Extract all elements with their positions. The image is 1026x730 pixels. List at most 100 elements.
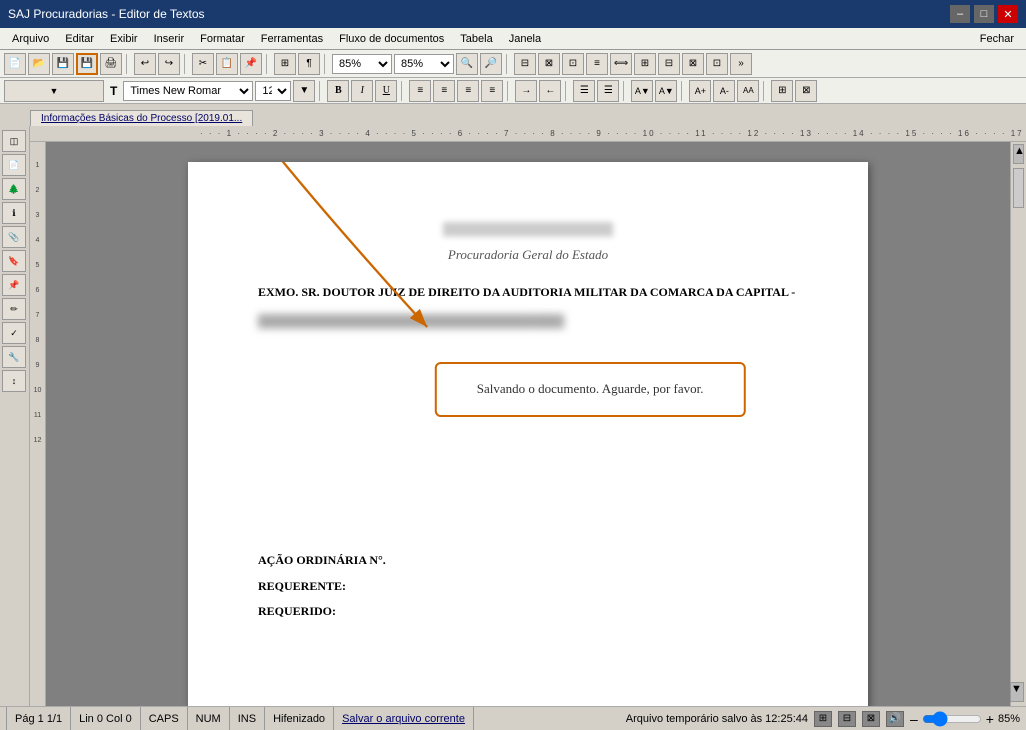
extra-fmt-btn[interactable]: ⊞ xyxy=(771,80,793,102)
menu-arquivo[interactable]: Arquivo xyxy=(4,31,57,47)
align-left-btn[interactable]: ≡ xyxy=(409,80,431,102)
left-panel: ◫ 📄 🌲 ℹ 📎 🔖 📌 ✏ ✓ 🔧 ↕ xyxy=(0,126,30,706)
align-justify-btn[interactable]: ≡ xyxy=(481,80,503,102)
side-ruler-btn[interactable]: ◫ xyxy=(2,130,26,152)
menu-tabela[interactable]: Tabela xyxy=(452,31,500,47)
list-btn[interactable]: ☰ xyxy=(573,80,595,102)
undo-btn[interactable]: ↩ xyxy=(134,53,156,75)
side-info-btn[interactable]: ℹ xyxy=(2,202,26,224)
menu-exibir[interactable]: Exibir xyxy=(102,31,146,47)
doc-section3: REQUERIDO: xyxy=(258,602,798,621)
underline-btn[interactable]: U xyxy=(375,80,397,102)
cut-btn[interactable]: ✂ xyxy=(192,53,214,75)
status-caps: CAPS xyxy=(141,707,188,730)
indent-btn[interactable]: → xyxy=(515,80,537,102)
vertical-ruler: 1 2 3 4 5 6 7 8 9 10 11 12 xyxy=(30,142,46,706)
scroll-thumb[interactable] xyxy=(1013,168,1024,208)
extra-fmt-btn2[interactable]: ⊠ xyxy=(795,80,817,102)
scroll-bar-right[interactable]: ▲ ▼ xyxy=(1010,142,1026,706)
table-btn[interactable]: ⊞ xyxy=(274,53,296,75)
italic-btn[interactable]: I xyxy=(351,80,373,102)
open-btn[interactable]: 📂 xyxy=(28,53,50,75)
doc-body[interactable]: EXMO. SR. DOUTOR JUIZ DE DIREITO DA AUDI… xyxy=(258,283,798,621)
zoom-dropdown-1[interactable]: 85% xyxy=(332,54,392,74)
side-tree-btn[interactable]: 🌲 xyxy=(2,178,26,200)
menu-janela[interactable]: Janela xyxy=(501,31,549,47)
scroll-up-btn[interactable]: ▲ xyxy=(1013,144,1024,164)
side-stamp-btn[interactable]: 🔖 xyxy=(2,250,26,272)
zoom-in-btn[interactable]: + xyxy=(986,711,994,727)
sep-list xyxy=(565,81,569,101)
status-right: Arquivo temporário salvo às 12:25:44 ⊞ ⊟… xyxy=(626,711,1020,727)
print-btn[interactable]: 🖨 xyxy=(100,53,122,75)
sep-para xyxy=(507,81,511,101)
copy-btn[interactable]: 📋 xyxy=(216,53,238,75)
menu-formatar[interactable]: Formatar xyxy=(192,31,253,47)
big-text-btn[interactable]: A+ xyxy=(689,80,711,102)
side-pin-btn[interactable]: 📌 xyxy=(2,274,26,296)
extra-btn-5[interactable]: ⟺ xyxy=(610,53,632,75)
redo-btn[interactable]: ↪ xyxy=(158,53,180,75)
align-right-btn[interactable]: ≡ xyxy=(457,80,479,102)
separator-1 xyxy=(126,54,130,74)
menu-editar[interactable]: Editar xyxy=(57,31,102,47)
highlight-btn[interactable]: A▼ xyxy=(631,80,653,102)
extra-btn-6[interactable]: ⊞ xyxy=(634,53,656,75)
menu-ferramentas[interactable]: Ferramentas xyxy=(253,31,331,47)
fontcolor-btn[interactable]: A▼ xyxy=(655,80,677,102)
side-tool-btn[interactable]: 🔧 xyxy=(2,346,26,368)
side-clip-btn[interactable]: 📎 xyxy=(2,226,26,248)
numlist-btn[interactable]: ☰ xyxy=(597,80,619,102)
sep-size xyxy=(681,81,685,101)
side-check-btn[interactable]: ✓ xyxy=(2,322,26,344)
separator-3 xyxy=(266,54,270,74)
extra-btn-7[interactable]: ⊟ xyxy=(658,53,680,75)
outdent-btn[interactable]: ← xyxy=(539,80,561,102)
font-family-dropdown[interactable]: Times New Romar xyxy=(123,81,253,101)
new-btn[interactable]: 📄 xyxy=(4,53,26,75)
menu-fluxo[interactable]: Fluxo de documentos xyxy=(331,31,452,47)
close-button[interactable]: ✕ xyxy=(998,5,1018,23)
search-btn[interactable]: 🔍 xyxy=(456,53,478,75)
scroll-down-btn[interactable]: ▼ xyxy=(1010,682,1024,702)
save-active-btn[interactable]: 💾 xyxy=(76,53,98,75)
decrease-size-btn[interactable]: ▼ xyxy=(293,80,315,102)
save-btn[interactable]: 💾 xyxy=(52,53,74,75)
status-num: NUM xyxy=(188,707,230,730)
side-page-btn[interactable]: 📄 xyxy=(2,154,26,176)
doc-section1: AÇÃO ORDINÁRIA N°. xyxy=(258,551,798,570)
side-arrow-btn[interactable]: ↕ xyxy=(2,370,26,392)
zoom-dropdown-2[interactable]: 85% xyxy=(394,54,454,74)
bold-btn[interactable]: B xyxy=(327,80,349,102)
extra-btn-9[interactable]: ⊡ xyxy=(706,53,728,75)
zoom-slider[interactable] xyxy=(922,711,982,727)
status-lin-col: Lin 0 Col 0 xyxy=(71,707,141,730)
document-area[interactable]: ████████████████████ Procuradoria Geral … xyxy=(46,142,1010,706)
paste-btn[interactable]: 📌 xyxy=(240,53,262,75)
minimize-button[interactable]: – xyxy=(950,5,970,23)
style-dropdown-btn[interactable]: ▼ xyxy=(4,80,104,102)
extra-btn-4[interactable]: ≡ xyxy=(586,53,608,75)
sep-extra xyxy=(763,81,767,101)
font-size-dropdown[interactable]: 12 xyxy=(255,81,291,101)
tab-bar: Informações Básicas do Processo [2019.01… xyxy=(0,104,1026,126)
side-edit-btn[interactable]: ✏ xyxy=(2,298,26,320)
menu-inserir[interactable]: Inserir xyxy=(146,31,193,47)
sep-font xyxy=(319,81,323,101)
extra-btn-1[interactable]: ⊟ xyxy=(514,53,536,75)
extra-btn-8[interactable]: ⊠ xyxy=(682,53,704,75)
small-text-btn[interactable]: A- xyxy=(713,80,735,102)
align-center-btn[interactable]: ≡ xyxy=(433,80,455,102)
status-salvar[interactable]: Salvar o arquivo corrente xyxy=(334,707,474,730)
maximize-button[interactable]: □ xyxy=(974,5,994,23)
doc-tab[interactable]: Informações Básicas do Processo [2019.01… xyxy=(30,110,253,126)
extra-btn-10[interactable]: » xyxy=(730,53,752,75)
zoom-out-btn[interactable]: – xyxy=(910,711,918,727)
zoom-btn[interactable]: 🔎 xyxy=(480,53,502,75)
extra-btn-3[interactable]: ⊡ xyxy=(562,53,584,75)
para-btn[interactable]: ¶ xyxy=(298,53,320,75)
caps-btn[interactable]: AA xyxy=(737,80,759,102)
menu-fechar[interactable]: Fechar xyxy=(972,31,1022,47)
extra-btn-2[interactable]: ⊠ xyxy=(538,53,560,75)
saving-popup: Salvando o documento. Aguarde, por favor… xyxy=(435,362,746,417)
